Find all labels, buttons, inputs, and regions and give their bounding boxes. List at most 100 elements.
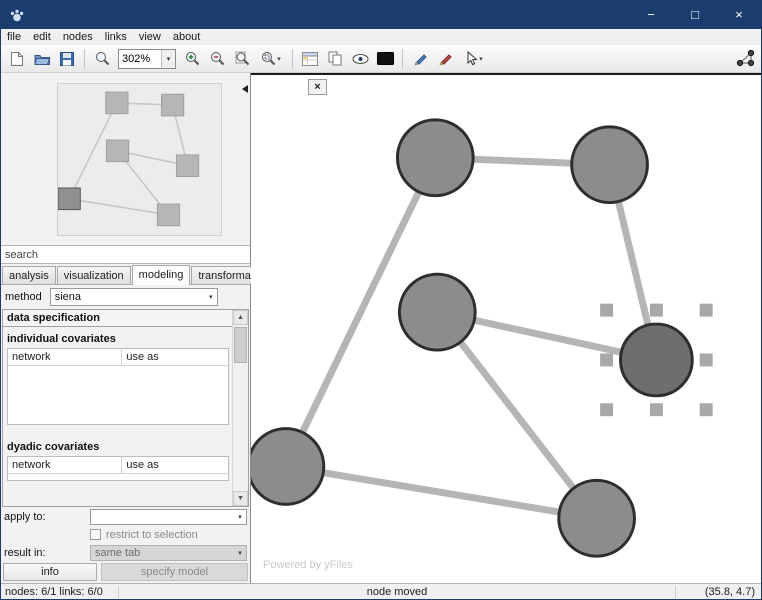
info-button[interactable]: info xyxy=(3,563,97,581)
menu-nodes[interactable]: nodes xyxy=(57,30,99,44)
overview-panel xyxy=(1,73,250,245)
new-document-icon xyxy=(11,51,23,66)
document-tabstrip: × xyxy=(251,75,761,97)
dropdown-arrow-icon: ▾ xyxy=(238,549,242,557)
menu-about[interactable]: about xyxy=(167,30,207,44)
minimap-svg[interactable] xyxy=(58,84,221,235)
menu-edit[interactable]: edit xyxy=(27,30,57,44)
zoom-icon xyxy=(95,52,109,66)
attribute-table-icon xyxy=(302,51,318,66)
toolbar-separator xyxy=(292,48,293,69)
menu-file[interactable]: file xyxy=(1,30,27,44)
copy-view-button[interactable] xyxy=(323,47,347,71)
sidebar: analysis visualization modeling transfor… xyxy=(1,73,276,583)
apply-to-select[interactable]: ▾ xyxy=(90,508,247,525)
red-pen-icon xyxy=(439,54,452,66)
close-tab-button[interactable]: × xyxy=(308,79,327,95)
result-in-label: result in: xyxy=(4,546,46,559)
result-in-select[interactable]: same tab ▾ xyxy=(90,544,247,561)
open-file-button[interactable] xyxy=(30,47,54,71)
zoom-selection-button[interactable]: ▾ xyxy=(255,47,287,71)
column-header-use-as: use as xyxy=(126,351,159,363)
attribute-manager-button[interactable] xyxy=(298,47,322,71)
zoom-level-combo[interactable]: ▾ xyxy=(118,48,176,69)
tab-visualization[interactable]: visualization xyxy=(56,266,131,284)
titlebar: − □ × xyxy=(1,1,761,29)
scrollbar[interactable]: ▲ ▼ xyxy=(232,310,248,506)
statusbar: nodes: 6/1 links: 6/0 node moved (35.8, … xyxy=(1,583,761,599)
preview-button[interactable] xyxy=(348,47,372,71)
graph-node[interactable] xyxy=(557,478,636,558)
selection-handle[interactable] xyxy=(699,353,713,367)
graph-node[interactable] xyxy=(251,427,326,506)
label-pen-button[interactable] xyxy=(433,47,457,71)
menu-links[interactable]: links xyxy=(99,30,133,44)
scrollbar-thumb[interactable] xyxy=(234,327,247,363)
zoom-tool-button[interactable] xyxy=(90,47,114,71)
dyadic-covariates-table[interactable]: network use as xyxy=(7,456,229,481)
network-collection-button[interactable] xyxy=(733,47,757,71)
save-button[interactable] xyxy=(55,47,79,71)
collapse-panel-icon[interactable] xyxy=(242,85,248,93)
selection-handle[interactable] xyxy=(649,303,663,317)
status-coordinates: (35.8, 4.7) xyxy=(675,585,761,598)
zoom-fit-icon xyxy=(235,51,249,66)
menu-view[interactable]: view xyxy=(133,30,167,44)
graph-svg[interactable] xyxy=(251,97,761,583)
tab-modeling[interactable]: modeling xyxy=(131,265,191,285)
zoom-fit-button[interactable] xyxy=(230,47,254,71)
dropdown-arrow-icon: ▾ xyxy=(277,55,281,63)
toolbar-separator xyxy=(84,48,85,69)
graph-node[interactable] xyxy=(570,125,649,205)
zoom-out-button[interactable] xyxy=(205,47,229,71)
blue-pen-icon xyxy=(414,54,427,66)
minimize-button[interactable]: − xyxy=(629,1,673,29)
table-body[interactable] xyxy=(8,474,228,480)
selection-handle[interactable] xyxy=(600,403,614,417)
graph-area[interactable] xyxy=(251,97,761,583)
minimap-edge xyxy=(69,198,169,216)
graph-edge[interactable] xyxy=(285,463,598,522)
selection-handle[interactable] xyxy=(649,403,663,417)
scroll-down-icon[interactable]: ▼ xyxy=(233,491,248,506)
menubar: file edit nodes links view about xyxy=(1,29,761,45)
edit-pen-button[interactable] xyxy=(408,47,432,71)
canvas-panel: × Powered by yFiles xyxy=(251,73,761,583)
individual-covariates-table[interactable]: network use as xyxy=(7,348,229,425)
minimap[interactable] xyxy=(57,83,222,236)
specify-model-button[interactable]: specify model xyxy=(101,563,248,581)
graph-node[interactable] xyxy=(395,118,475,198)
table-body[interactable] xyxy=(8,366,228,424)
new-document-button[interactable] xyxy=(5,47,29,71)
maximize-button[interactable]: □ xyxy=(673,1,717,29)
background-swatch-icon xyxy=(376,52,394,65)
selection-handle[interactable] xyxy=(699,303,713,317)
individual-covariates-title: individual covariates xyxy=(7,333,116,345)
data-specification-title: data specification xyxy=(3,310,248,327)
search-input[interactable] xyxy=(1,245,250,264)
select-tool-button[interactable]: ▾ xyxy=(458,47,490,71)
zoom-level-input[interactable] xyxy=(119,49,161,68)
dropdown-arrow-icon: ▾ xyxy=(208,294,213,301)
zoom-in-button[interactable] xyxy=(180,47,204,71)
status-message: node moved xyxy=(366,585,428,598)
method-select[interactable]: siena ▾ xyxy=(49,288,218,306)
graph-node[interactable] xyxy=(397,272,477,352)
graph-node[interactable] xyxy=(619,322,694,398)
background-color-button[interactable] xyxy=(373,47,397,71)
minimap-node xyxy=(175,154,200,177)
scroll-up-icon[interactable]: ▲ xyxy=(233,310,248,325)
dropdown-arrow-icon: ▾ xyxy=(479,55,483,63)
restrict-to-selection-checkbox[interactable] xyxy=(90,529,101,540)
tab-analysis[interactable]: analysis xyxy=(2,266,56,284)
selection-handle[interactable] xyxy=(699,403,713,417)
apply-to-label: apply to: xyxy=(4,510,46,523)
table-header-row: network use as xyxy=(8,457,228,474)
selection-handle[interactable] xyxy=(600,353,614,367)
toolbar-separator xyxy=(402,48,403,69)
data-specification-body: individual covariates network use as dya… xyxy=(3,327,248,506)
result-in-value: same tab xyxy=(95,546,141,559)
selection-handle[interactable] xyxy=(600,303,614,317)
zoom-combo-arrow-icon[interactable]: ▾ xyxy=(161,49,175,68)
close-button[interactable]: × xyxy=(717,1,761,29)
